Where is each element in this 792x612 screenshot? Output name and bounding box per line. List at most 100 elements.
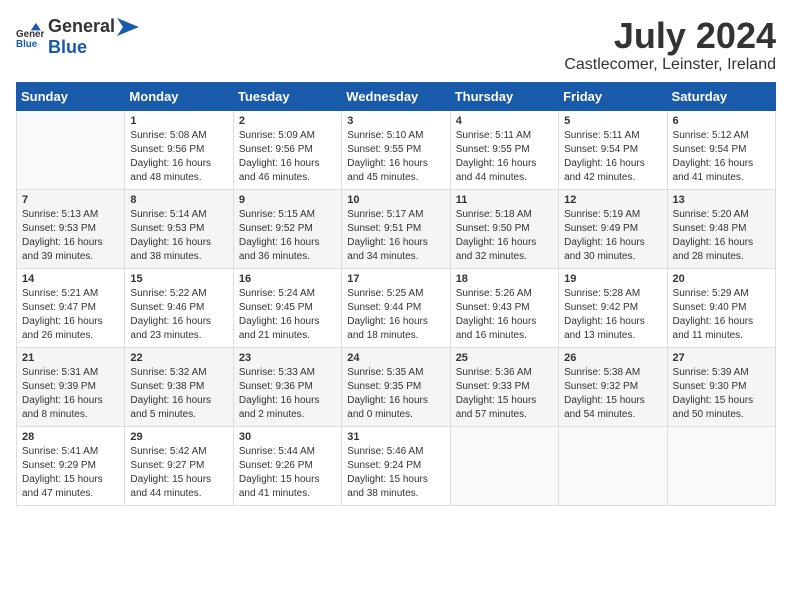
day-number: 14 <box>22 273 119 285</box>
day-number: 31 <box>347 431 444 443</box>
day-info: Sunrise: 5:35 AM Sunset: 9:35 PM Dayligh… <box>347 366 444 422</box>
calendar-cell: 12 Sunrise: 5:19 AM Sunset: 9:49 PM Dayli… <box>559 189 667 268</box>
calendar-cell <box>450 426 558 505</box>
day-number: 30 <box>239 431 336 443</box>
day-info: Sunrise: 5:13 AM Sunset: 9:53 PM Dayligh… <box>22 208 119 264</box>
calendar-cell: 16 Sunrise: 5:24 AM Sunset: 9:45 PM Dayli… <box>233 268 341 347</box>
day-info: Sunrise: 5:28 AM Sunset: 9:42 PM Dayligh… <box>564 287 661 343</box>
week-row-5: 28 Sunrise: 5:41 AM Sunset: 9:29 PM Dayli… <box>17 426 776 505</box>
calendar-cell: 23Sunrise: 5:33 AM Sunset: 9:36 PM Dayli… <box>233 347 341 426</box>
day-number: 5 <box>564 115 661 127</box>
calendar-cell: 4 Sunrise: 5:11 AM Sunset: 9:55 PM Daylig… <box>450 110 558 189</box>
day-number: 15 <box>130 273 227 285</box>
day-number: 1 <box>130 115 227 127</box>
logo-general-text: General <box>48 16 115 37</box>
calendar-cell: 1Sunrise: 5:08 AM Sunset: 9:56 PM Daylig… <box>125 110 233 189</box>
logo-icon: General Blue <box>16 23 44 51</box>
day-info: Sunrise: 5:22 AM Sunset: 9:46 PM Dayligh… <box>130 287 227 343</box>
calendar-cell: 30 Sunrise: 5:44 AM Sunset: 9:26 PM Dayli… <box>233 426 341 505</box>
calendar-cell <box>667 426 775 505</box>
month-year-title: July 2024 <box>564 16 776 56</box>
day-number: 24 <box>347 352 444 364</box>
calendar-cell: 5 Sunrise: 5:11 AM Sunset: 9:54 PM Daylig… <box>559 110 667 189</box>
calendar-cell: 19 Sunrise: 5:28 AM Sunset: 9:42 PM Dayli… <box>559 268 667 347</box>
day-info: Sunrise: 5:14 AM Sunset: 9:53 PM Dayligh… <box>130 208 227 264</box>
calendar-cell: 3Sunrise: 5:10 AM Sunset: 9:55 PM Daylig… <box>342 110 450 189</box>
day-info: Sunrise: 5:41 AM Sunset: 9:29 PM Dayligh… <box>22 445 119 501</box>
day-info: Sunrise: 5:24 AM Sunset: 9:45 PM Dayligh… <box>239 287 336 343</box>
day-number: 8 <box>130 194 227 206</box>
day-info: Sunrise: 5:18 AM Sunset: 9:50 PM Dayligh… <box>456 208 553 264</box>
calendar-cell: 15 Sunrise: 5:22 AM Sunset: 9:46 PM Dayli… <box>125 268 233 347</box>
col-header-sunday: Sunday <box>17 82 125 110</box>
day-number: 11 <box>456 194 553 206</box>
day-number: 12 <box>564 194 661 206</box>
col-header-tuesday: Tuesday <box>233 82 341 110</box>
calendar-cell: 6Sunrise: 5:12 AM Sunset: 9:54 PM Daylig… <box>667 110 775 189</box>
day-info: Sunrise: 5:11 AM Sunset: 9:55 PM Dayligh… <box>456 129 553 185</box>
calendar-cell: 21Sunrise: 5:31 AM Sunset: 9:39 PM Dayli… <box>17 347 125 426</box>
calendar-cell: 29 Sunrise: 5:42 AM Sunset: 9:27 PM Dayli… <box>125 426 233 505</box>
day-info: Sunrise: 5:36 AM Sunset: 9:33 PM Dayligh… <box>456 366 553 422</box>
calendar-cell: 26 Sunrise: 5:38 AM Sunset: 9:32 PM Dayli… <box>559 347 667 426</box>
col-header-friday: Friday <box>559 82 667 110</box>
day-number: 19 <box>564 273 661 285</box>
calendar-cell: 17 Sunrise: 5:25 AM Sunset: 9:44 PM Dayli… <box>342 268 450 347</box>
day-number: 4 <box>456 115 553 127</box>
calendar-cell: 20 Sunrise: 5:29 AM Sunset: 9:40 PM Dayli… <box>667 268 775 347</box>
svg-text:Blue: Blue <box>16 39 38 50</box>
day-info: Sunrise: 5:32 AM Sunset: 9:38 PM Dayligh… <box>130 366 227 422</box>
day-info: Sunrise: 5:39 AM Sunset: 9:30 PM Dayligh… <box>673 366 770 422</box>
logo-blue-text: Blue <box>48 37 87 57</box>
calendar-cell: 9 Sunrise: 5:15 AM Sunset: 9:52 PM Daylig… <box>233 189 341 268</box>
title-block: July 2024 Castlecomer, Leinster, Ireland <box>564 16 776 74</box>
day-info: Sunrise: 5:25 AM Sunset: 9:44 PM Dayligh… <box>347 287 444 343</box>
calendar-cell: 10Sunrise: 5:17 AM Sunset: 9:51 PM Dayli… <box>342 189 450 268</box>
day-info: Sunrise: 5:42 AM Sunset: 9:27 PM Dayligh… <box>130 445 227 501</box>
day-info: Sunrise: 5:15 AM Sunset: 9:52 PM Dayligh… <box>239 208 336 264</box>
day-number: 18 <box>456 273 553 285</box>
day-info: Sunrise: 5:38 AM Sunset: 9:32 PM Dayligh… <box>564 366 661 422</box>
day-number: 2 <box>239 115 336 127</box>
day-number: 21 <box>22 352 119 364</box>
day-number: 7 <box>22 194 119 206</box>
day-info: Sunrise: 5:11 AM Sunset: 9:54 PM Dayligh… <box>564 129 661 185</box>
week-row-3: 14Sunrise: 5:21 AM Sunset: 9:47 PM Dayli… <box>17 268 776 347</box>
day-number: 17 <box>347 273 444 285</box>
calendar-cell: 13Sunrise: 5:20 AM Sunset: 9:48 PM Dayli… <box>667 189 775 268</box>
calendar-cell: 22 Sunrise: 5:32 AM Sunset: 9:38 PM Dayli… <box>125 347 233 426</box>
day-info: Sunrise: 5:46 AM Sunset: 9:24 PM Dayligh… <box>347 445 444 501</box>
day-info: Sunrise: 5:19 AM Sunset: 9:49 PM Dayligh… <box>564 208 661 264</box>
calendar-cell: 7 Sunrise: 5:13 AM Sunset: 9:53 PM Daylig… <box>17 189 125 268</box>
calendar-cell: 18 Sunrise: 5:26 AM Sunset: 9:43 PM Dayli… <box>450 268 558 347</box>
day-number: 28 <box>22 431 119 443</box>
page-header: General Blue General Blue July 2024 Cast… <box>16 16 776 74</box>
day-number: 9 <box>239 194 336 206</box>
day-info: Sunrise: 5:26 AM Sunset: 9:43 PM Dayligh… <box>456 287 553 343</box>
day-info: Sunrise: 5:29 AM Sunset: 9:40 PM Dayligh… <box>673 287 770 343</box>
header-row: SundayMondayTuesdayWednesdayThursdayFrid… <box>17 82 776 110</box>
day-number: 22 <box>130 352 227 364</box>
calendar-cell: 8 Sunrise: 5:14 AM Sunset: 9:53 PM Daylig… <box>125 189 233 268</box>
day-info: Sunrise: 5:44 AM Sunset: 9:26 PM Dayligh… <box>239 445 336 501</box>
week-row-1: 1Sunrise: 5:08 AM Sunset: 9:56 PM Daylig… <box>17 110 776 189</box>
calendar-cell: 25Sunrise: 5:36 AM Sunset: 9:33 PM Dayli… <box>450 347 558 426</box>
day-number: 6 <box>673 115 770 127</box>
day-number: 27 <box>673 352 770 364</box>
calendar-table: SundayMondayTuesdayWednesdayThursdayFrid… <box>16 82 776 506</box>
location-text: Castlecomer, Leinster, Ireland <box>564 56 776 74</box>
calendar-cell: 2 Sunrise: 5:09 AM Sunset: 9:56 PM Daylig… <box>233 110 341 189</box>
col-header-wednesday: Wednesday <box>342 82 450 110</box>
day-number: 29 <box>130 431 227 443</box>
col-header-saturday: Saturday <box>667 82 775 110</box>
calendar-cell <box>17 110 125 189</box>
logo-arrow-icon <box>117 18 139 36</box>
day-number: 20 <box>673 273 770 285</box>
day-info: Sunrise: 5:09 AM Sunset: 9:56 PM Dayligh… <box>239 129 336 185</box>
day-number: 10 <box>347 194 444 206</box>
day-info: Sunrise: 5:20 AM Sunset: 9:48 PM Dayligh… <box>673 208 770 264</box>
day-number: 26 <box>564 352 661 364</box>
day-number: 16 <box>239 273 336 285</box>
calendar-cell: 27 Sunrise: 5:39 AM Sunset: 9:30 PM Dayli… <box>667 347 775 426</box>
week-row-4: 21Sunrise: 5:31 AM Sunset: 9:39 PM Dayli… <box>17 347 776 426</box>
